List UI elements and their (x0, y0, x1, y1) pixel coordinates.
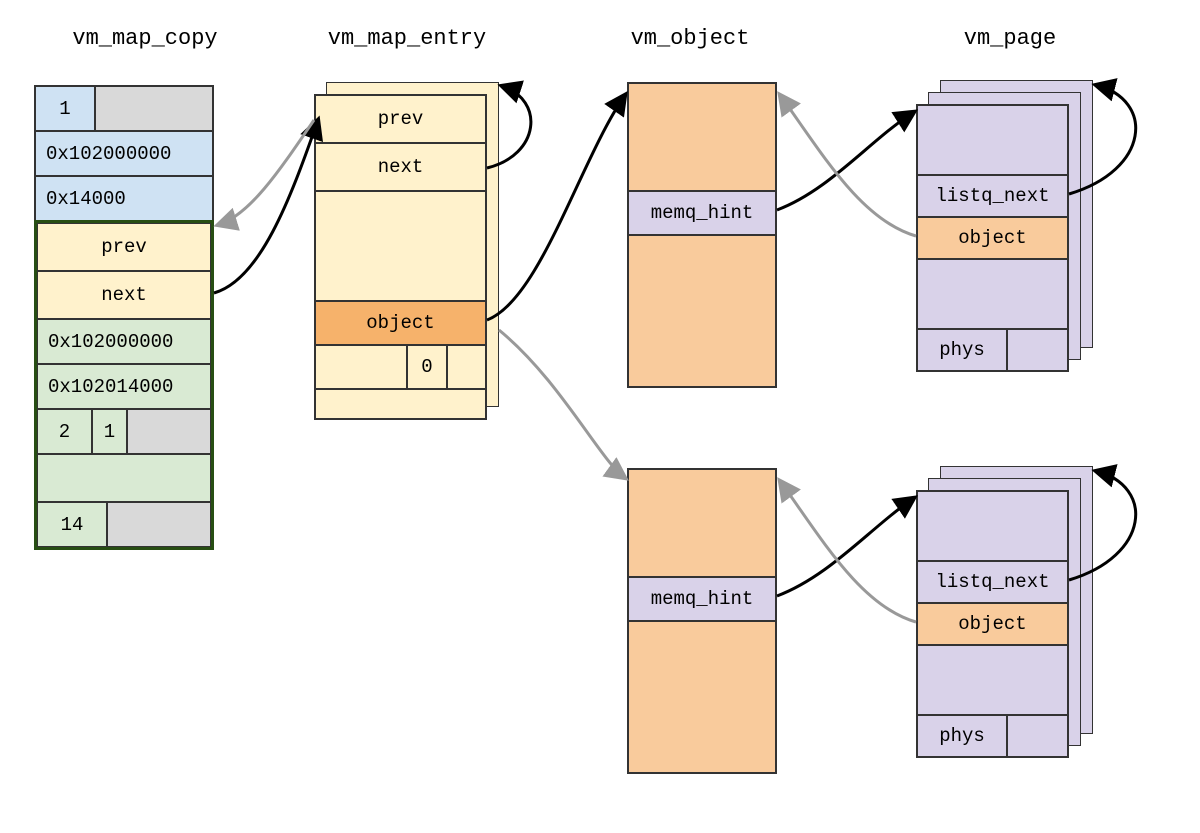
vm-page-1-top (917, 105, 1068, 175)
vm-object-1-bottom (628, 235, 776, 387)
vm-object-1: memq_hint (627, 82, 777, 388)
vm-page-2-phys: phys (917, 715, 1007, 757)
vm-map-copy-header-val: 1 (35, 86, 95, 131)
vm-map-entry-pad1 (315, 345, 407, 389)
vm-page-2-top (917, 491, 1068, 561)
heading-vm-map-copy: vm_map_copy (60, 26, 230, 51)
heading-vm-page: vm_page (950, 26, 1070, 51)
vm-map-entry-pad2 (447, 345, 486, 389)
vm-page-2-object: object (917, 603, 1068, 645)
vm-page-2-listq: listq_next (917, 561, 1068, 603)
vm-map-entry-bottom-val: 0 (407, 345, 447, 389)
vm-map-copy-addr2: 0x14000 (35, 176, 213, 221)
vm-map-copy-spacer (37, 454, 211, 502)
vm-map-copy-prev: prev (37, 223, 211, 271)
vm-page-2-phys-pad (1007, 715, 1068, 757)
vm-map-copy-addr3: 0x102000000 (37, 319, 211, 364)
vm-page-1-listq: listq_next (917, 175, 1068, 217)
vm-page-1-object: object (917, 217, 1068, 259)
heading-vm-map-entry: vm_map_entry (312, 26, 502, 51)
vm-map-copy-body: prev next 0x102000000 0x102014000 2 1 14 (34, 220, 214, 550)
vm-page-1-phys-pad (1007, 329, 1068, 371)
vm-map-entry-next: next (315, 143, 486, 191)
vm-map-copy-counter3: 14 (37, 502, 107, 547)
vm-page-1-mid (917, 259, 1068, 329)
vm-map-copy-counter2: 1 (92, 409, 127, 454)
vm-page-2: listq_next object phys (916, 490, 1069, 758)
vm-page-1: listq_next object phys (916, 104, 1069, 372)
vm-object-1-memq: memq_hint (628, 191, 776, 235)
vm-map-entry-object: object (315, 301, 486, 345)
vm-map-copy-counter-pad (127, 409, 211, 454)
vm-object-2-memq: memq_hint (628, 577, 776, 621)
vm-page-1-phys: phys (917, 329, 1007, 371)
vm-map-copy-next: next (37, 271, 211, 319)
vm-map-entry-tail (315, 389, 486, 419)
vm-map-copy-addr4: 0x102014000 (37, 364, 211, 409)
vm-map-copy-header: 1 0x102000000 0x14000 (34, 85, 214, 222)
vm-map-copy-counter3-pad (107, 502, 211, 547)
heading-vm-object: vm_object (615, 26, 765, 51)
vm-object-1-top (628, 83, 776, 191)
vm-page-2-mid (917, 645, 1068, 715)
vm-map-entry: prev next object 0 (314, 94, 487, 420)
vm-object-2: memq_hint (627, 468, 777, 774)
vm-map-copy-addr1: 0x102000000 (35, 131, 213, 176)
vm-map-entry-prev: prev (315, 95, 486, 143)
vm-map-copy-counter1: 2 (37, 409, 92, 454)
vm-map-entry-body (315, 191, 486, 301)
vm-map-copy-header-pad (95, 86, 213, 131)
vm-object-2-bottom (628, 621, 776, 773)
vm-object-2-top (628, 469, 776, 577)
